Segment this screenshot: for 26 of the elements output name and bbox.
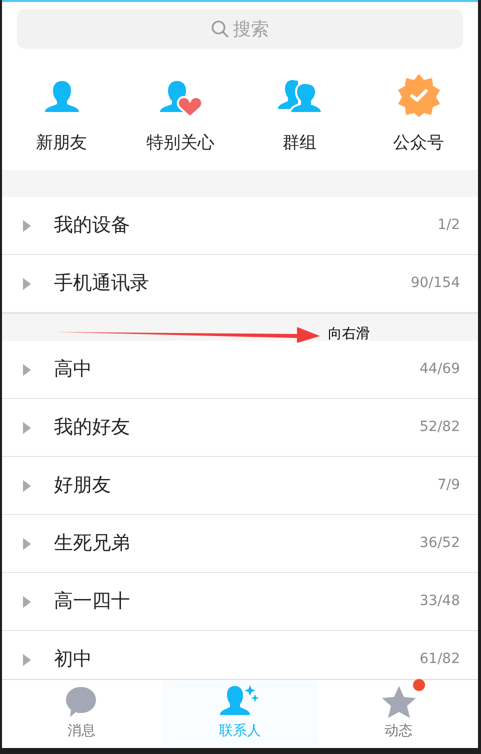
group-name: 手机通讯录 xyxy=(54,271,150,296)
search-icon xyxy=(211,20,229,38)
group-name: 好朋友 xyxy=(54,473,112,498)
group-count: 36/52 xyxy=(420,534,460,553)
group-count: 33/48 xyxy=(420,592,460,611)
group-count: 1/2 xyxy=(437,216,460,235)
group-name: 高一四十 xyxy=(54,589,131,614)
group-count: 52/82 xyxy=(420,418,460,437)
shortcut-label[interactable]: 公众号 xyxy=(393,131,444,156)
group-count: 90/154 xyxy=(410,274,460,293)
annotation-text: 向右滑 xyxy=(328,325,370,344)
group-count: 44/69 xyxy=(420,360,460,379)
group-count: 61/82 xyxy=(420,650,460,669)
chat-bubble-icon xyxy=(64,685,98,719)
shortcut-label[interactable]: 特别关心 xyxy=(146,131,214,156)
shortcut-label[interactable]: 新朋友 xyxy=(36,131,87,156)
group-name: 初中 xyxy=(54,647,93,672)
star-icon xyxy=(380,685,417,719)
shortcut-label[interactable]: 群组 xyxy=(282,131,316,156)
verified-badge-icon xyxy=(396,73,440,117)
group-name: 生死兄弟 xyxy=(54,531,131,556)
group-name: 我的设备 xyxy=(54,213,131,238)
search-placeholder: 搜索 xyxy=(233,18,269,42)
group-name: 高中 xyxy=(54,357,93,382)
group-name: 我的好友 xyxy=(54,415,131,440)
group-count: 7/9 xyxy=(437,476,460,495)
